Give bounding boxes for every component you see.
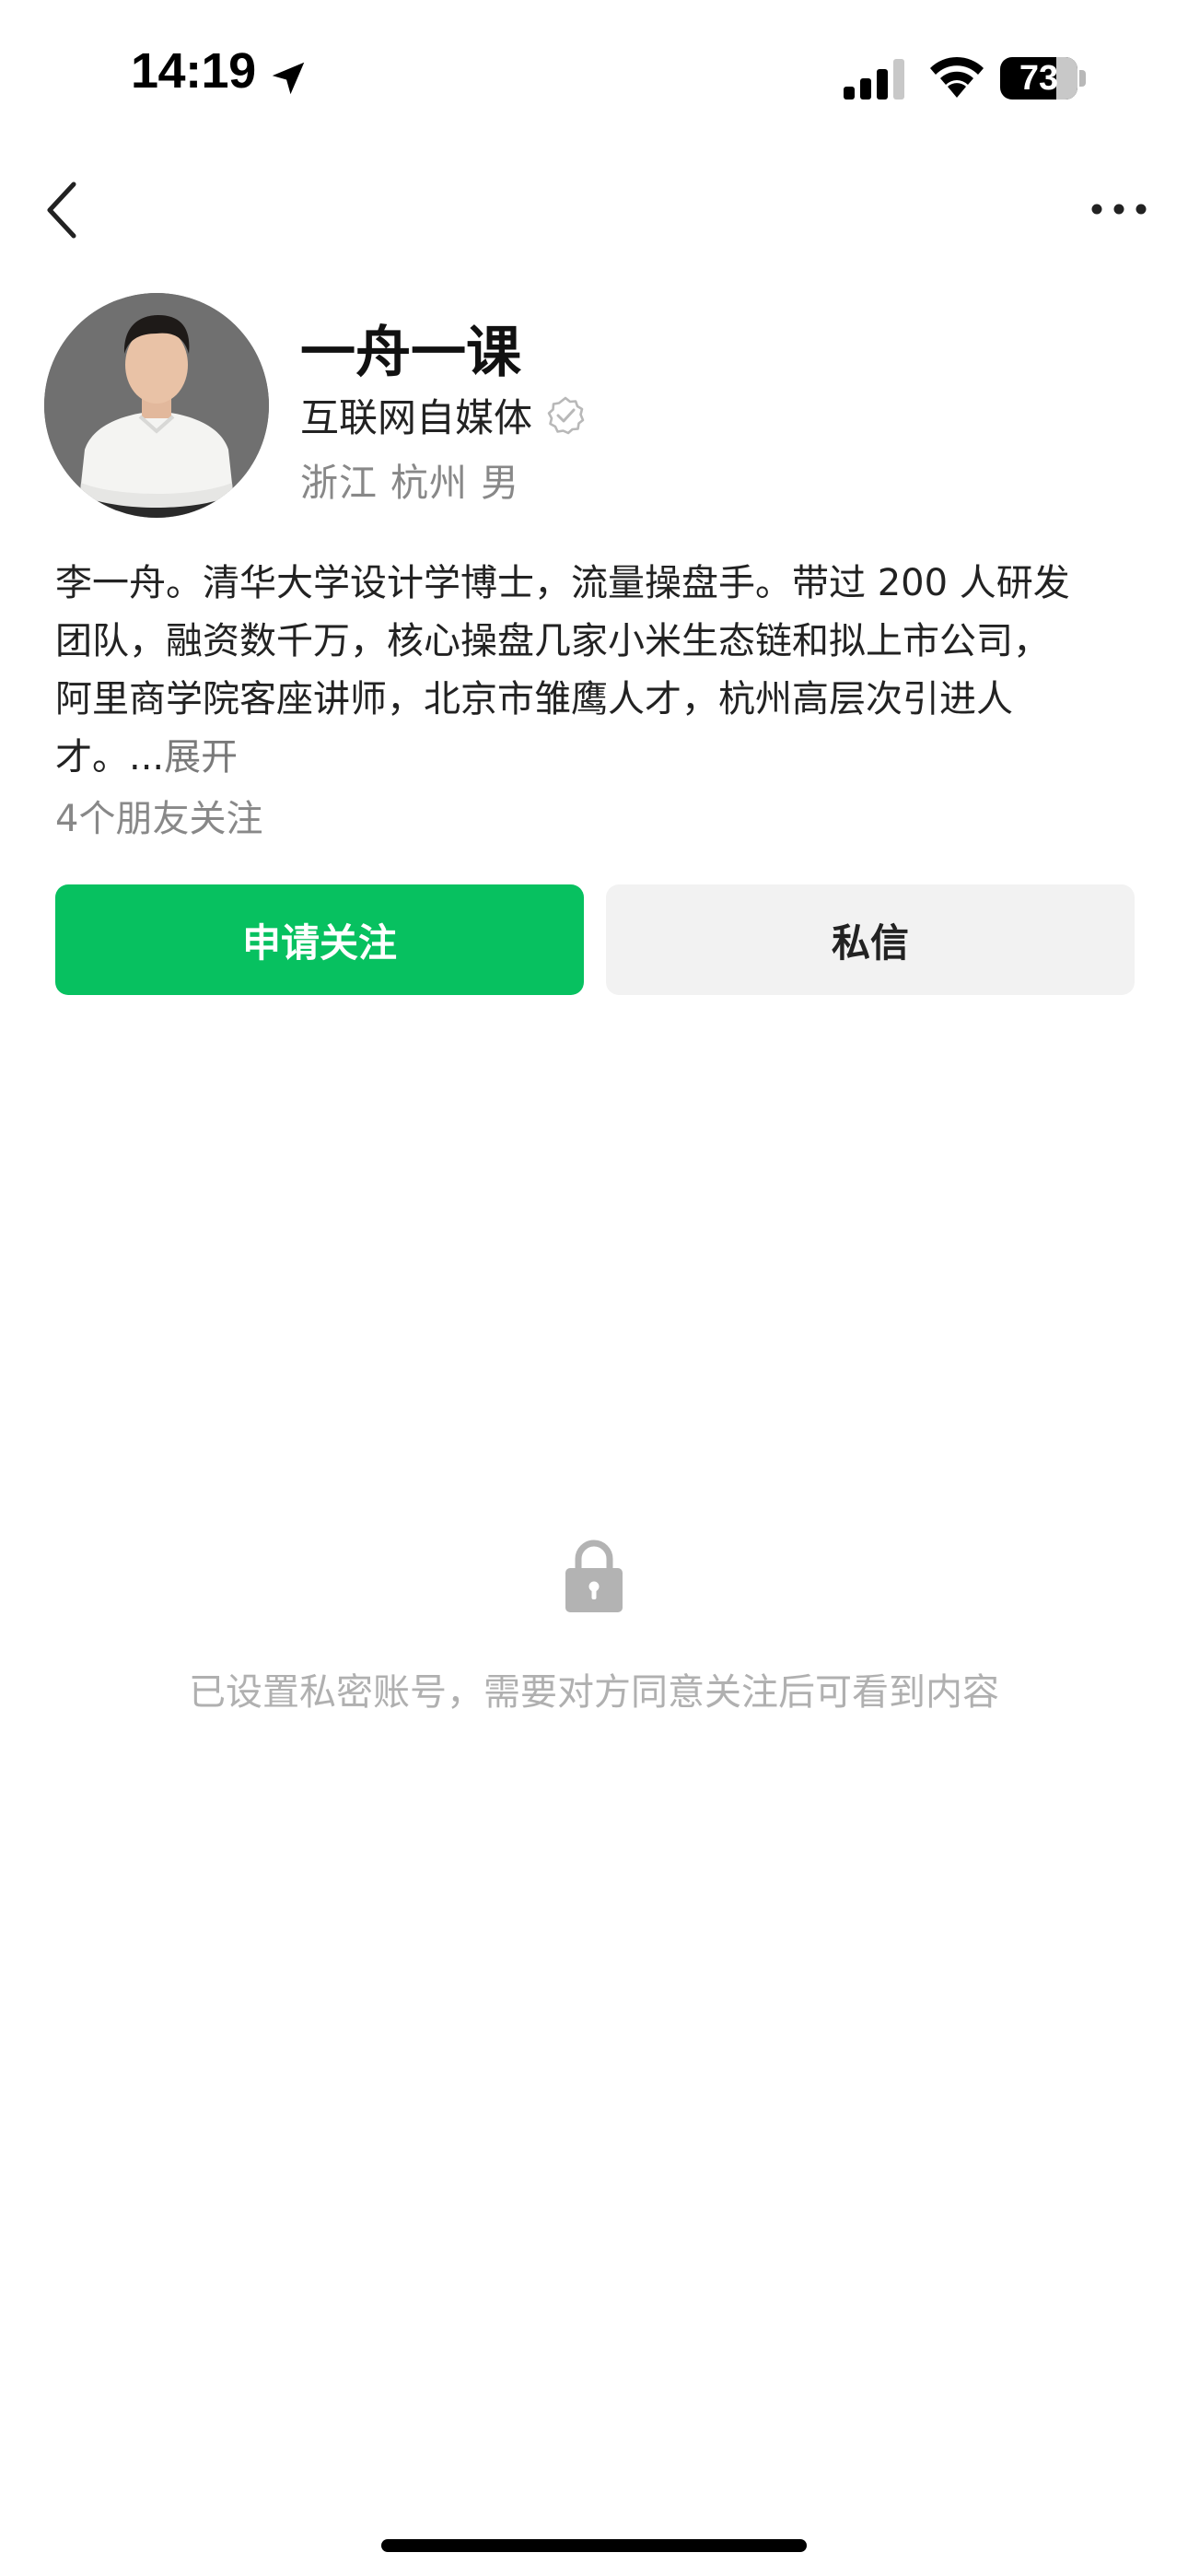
chevron-left-icon[interactable] bbox=[39, 177, 85, 243]
profile-name: 一舟一课 bbox=[300, 321, 521, 385]
bio-line: 李一舟。清华大学设计学博士，流量操盘手。带过 200 人研发 bbox=[55, 562, 1070, 604]
request-follow-button[interactable]: 申请关注 bbox=[55, 884, 584, 995]
cellular-signal-icon bbox=[844, 59, 904, 100]
verified-badge-icon[interactable] bbox=[545, 395, 586, 436]
bio-line: 阿里商学院客座讲师，北京市雏鹰人才，杭州高层次引进人 bbox=[55, 678, 1013, 720]
profile-location: 浙江 杭州 男 bbox=[300, 461, 520, 505]
avatar[interactable] bbox=[44, 293, 269, 518]
bio-line: 团队，融资数千万，核心操盘几家小米生态链和拟上市公司， bbox=[55, 620, 1050, 662]
location-arrow-icon bbox=[272, 62, 305, 95]
lock-icon bbox=[565, 1540, 623, 1612]
more-dots-icon[interactable] bbox=[1087, 184, 1151, 234]
avatar-image bbox=[44, 293, 269, 518]
status-time: 14:19 bbox=[131, 43, 256, 99]
private-account-notice: 已设置私密账号，需要对方同意关注后可看到内容 bbox=[189, 1671, 999, 1714]
battery-indicator: 73 bbox=[1000, 57, 1087, 100]
profile-title: 互联网自媒体 bbox=[300, 395, 533, 440]
bio-expand-link[interactable]: 展开 bbox=[164, 736, 238, 779]
bio-last-line: 才。...展开 bbox=[55, 729, 1142, 787]
bio-line: 才。... bbox=[55, 736, 165, 779]
profile-bio: 李一舟。清华大学设计学博士，流量操盘手。带过 200 人研发 团队，融资数千万，… bbox=[55, 555, 1142, 787]
profile-title-row: 互联网自媒体 bbox=[300, 387, 586, 443]
status-bar: 14:19 73 bbox=[0, 0, 1188, 157]
battery-cap bbox=[1079, 70, 1086, 87]
battery-body: 73 bbox=[1000, 57, 1077, 100]
friends-follow-count[interactable]: 4个朋友关注 bbox=[55, 789, 262, 842]
private-message-button[interactable]: 私信 bbox=[606, 884, 1135, 995]
home-indicator[interactable] bbox=[381, 2539, 807, 2552]
battery-level: 73 bbox=[1019, 59, 1059, 98]
wifi-icon bbox=[930, 56, 984, 98]
